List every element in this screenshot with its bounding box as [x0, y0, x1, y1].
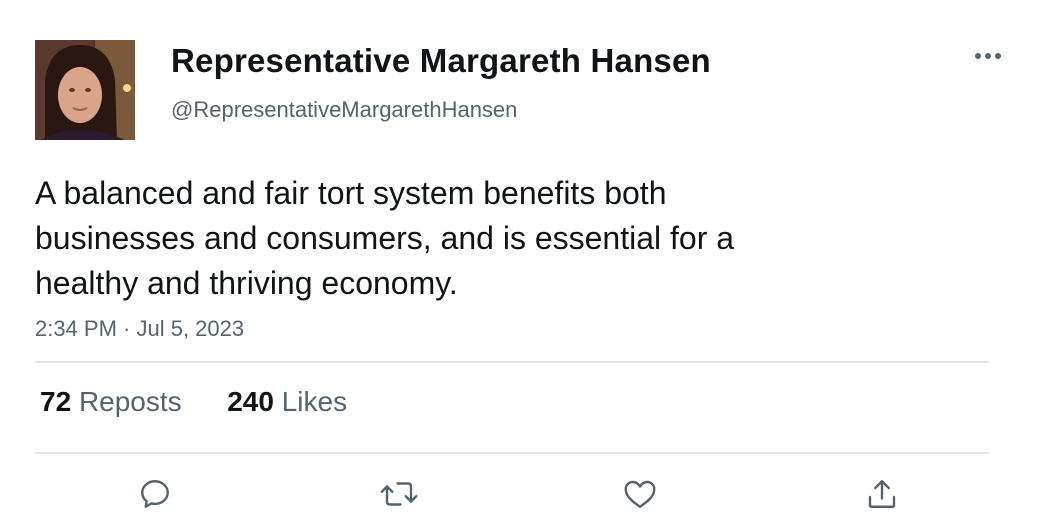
divider — [35, 361, 989, 363]
reposts-count: 72 — [40, 386, 72, 417]
reposts-stat[interactable]: 72 Reposts — [40, 386, 189, 417]
divider — [35, 452, 989, 454]
heart-icon — [624, 480, 656, 508]
avatar-photo — [35, 40, 135, 140]
share-button[interactable] — [862, 474, 902, 514]
likes-stat[interactable]: 240 Likes — [227, 386, 347, 417]
repost-icon — [380, 482, 418, 506]
avatar[interactable] — [35, 40, 135, 140]
reposts-label: Reposts — [78, 386, 182, 417]
repost-button[interactable] — [379, 474, 419, 514]
like-button[interactable] — [620, 474, 660, 514]
more-options-button[interactable] — [968, 44, 1008, 68]
author-display-name[interactable]: Representative Margareth Hansen — [171, 42, 711, 80]
likes-label: Likes — [281, 386, 348, 417]
author-handle[interactable]: @RepresentativeMargarethHansen — [171, 97, 517, 123]
tweet-card: Representative Margareth Hansen @Represe… — [0, 0, 1050, 525]
more-icon — [975, 53, 1001, 59]
tweet-timestamp[interactable]: 2:34 PM · Jul 5, 2023 — [35, 316, 244, 342]
reply-icon — [141, 480, 169, 508]
engagement-stats: 72 Reposts 240 Likes — [40, 386, 347, 418]
tweet-text: A balanced and fair tort system benefits… — [35, 175, 735, 301]
reply-button[interactable] — [135, 474, 175, 514]
likes-count: 240 — [227, 386, 274, 417]
share-icon — [868, 480, 896, 508]
